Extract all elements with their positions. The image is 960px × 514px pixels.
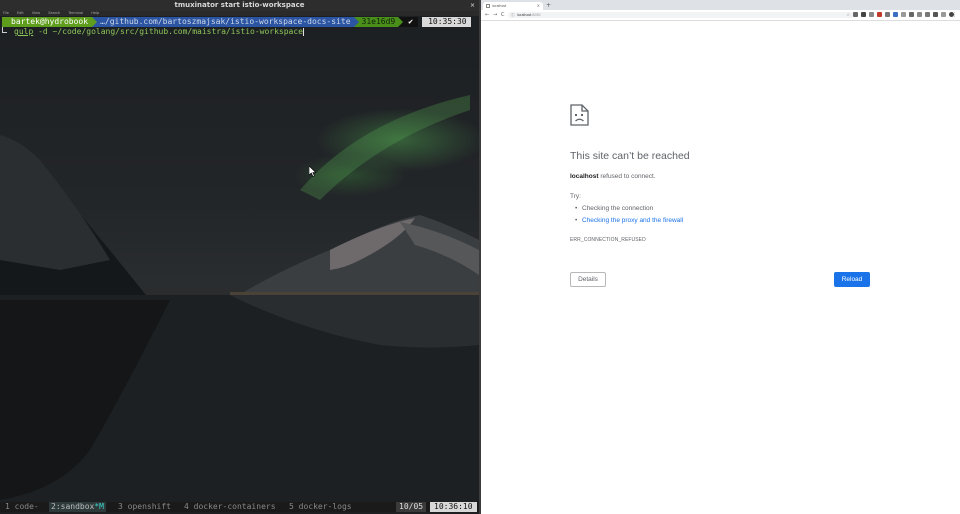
tmux-window-4[interactable]: 4 docker-containers <box>182 502 278 512</box>
terminal-menubar: File Edit View Search Terminal Help <box>0 11 479 16</box>
url-port: :8080 <box>531 13 541 17</box>
error-host: localhost <box>570 173 599 180</box>
extension-icon[interactable] <box>853 12 858 17</box>
window-title-text: tmuxinator start istio-workspace <box>174 1 305 9</box>
tmux-date: 10/05 <box>396 502 427 512</box>
extension-icon[interactable] <box>893 12 898 17</box>
reload-icon[interactable]: C <box>501 10 505 20</box>
terminal-window[interactable]: tmuxinator start istio-workspace × File … <box>0 0 479 514</box>
suggestion-check-proxy-link[interactable]: Checking the proxy and the firewall <box>575 216 683 228</box>
mouse-pointer-icon <box>309 166 317 177</box>
tmux-time: 10:36:10 <box>430 502 477 512</box>
extension-icon[interactable] <box>877 12 882 17</box>
tmux-window-3[interactable]: 3 openshift <box>116 502 173 512</box>
reload-button[interactable]: Reload <box>834 272 870 287</box>
command-line[interactable]: gulp -d ~/code/golang/src/github.com/mai… <box>14 27 304 36</box>
extension-icon[interactable] <box>933 12 938 17</box>
tmux-status-bar: 1 code- 2:sandbox*M 3 openshift 4 docker… <box>0 502 479 512</box>
extension-icon[interactable] <box>901 12 906 17</box>
prompt-status-check-icon: ✔ <box>403 17 419 27</box>
window-title: tmuxinator start istio-workspace × <box>0 0 479 11</box>
prompt-path: …/github.com/bartoszmajsak/istio-workspa… <box>97 17 354 27</box>
error-code: ERR_CONNECTION_REFUSED <box>570 237 646 243</box>
new-tab-icon[interactable]: + <box>546 1 551 10</box>
extension-icon[interactable] <box>885 12 890 17</box>
menu-help[interactable]: Help <box>91 11 99 15</box>
back-arrow-icon[interactable]: ← <box>485 10 489 20</box>
mountain-landscape-wallpaper <box>0 95 479 502</box>
browser-toolbar: ← → C ⓘ localhost:8080 ☆ ⋮ <box>481 10 960 21</box>
close-icon[interactable]: × <box>470 0 475 11</box>
extension-icon[interactable] <box>941 12 946 17</box>
url-host: localhost <box>517 13 532 17</box>
forward-arrow-icon[interactable]: → <box>493 10 497 20</box>
tab-localhost[interactable]: localhost × <box>483 2 543 10</box>
address-bar[interactable]: ⓘ localhost:8080 ☆ <box>508 12 853 18</box>
menu-view[interactable]: View <box>32 11 40 15</box>
try-label: Try: <box>570 193 581 200</box>
tmux-window-1[interactable]: 1 code- <box>3 502 41 512</box>
prompt-time: 10:35:30 <box>422 17 471 27</box>
extension-icons <box>853 12 954 18</box>
page-favicon-icon <box>486 4 490 8</box>
error-description: localhost refused to connect. <box>570 173 656 180</box>
tab-strip: localhost × + <box>481 0 960 10</box>
sad-page-icon <box>570 104 589 126</box>
shell-prompt: bartek@hydrobook …/github.com/bartoszmaj… <box>2 17 471 27</box>
menu-terminal[interactable]: Terminal <box>68 11 83 15</box>
tab-title: localhost <box>492 4 507 8</box>
error-page: This site can’t be reached localhost ref… <box>481 21 960 514</box>
menu-search[interactable]: Search <box>48 11 60 15</box>
tmux-window-2-active[interactable]: 2:sandbox*M <box>49 502 106 512</box>
text-cursor <box>303 27 304 36</box>
command-args: -d ~/code/golang/src/github.com/maistra/… <box>38 27 303 36</box>
details-button[interactable]: Details <box>570 272 606 287</box>
prompt-git-hash: 31e16d9 <box>358 17 399 27</box>
menu-file[interactable]: File <box>3 11 9 15</box>
prompt-user-host: bartek@hydrobook <box>2 17 93 27</box>
bookmark-star-icon[interactable]: ☆ <box>846 12 850 18</box>
address-url: localhost:8080 <box>517 12 541 18</box>
tmux-window-5[interactable]: 5 docker-logs <box>287 502 354 512</box>
tab-close-icon[interactable]: × <box>537 2 540 10</box>
extension-icon[interactable] <box>861 12 866 17</box>
tmux-window-flag: *M <box>94 502 104 511</box>
tmux-window-label: 2:sandbox <box>51 502 95 511</box>
suggestion-list: Checking the connection Checking the pro… <box>575 204 683 228</box>
browser-menu-icon[interactable]: ⋮ <box>952 10 957 20</box>
suggestion-check-connection: Checking the connection <box>575 204 683 216</box>
command-program: gulp <box>14 27 34 36</box>
site-info-icon[interactable]: ⓘ <box>511 12 515 18</box>
error-message: refused to connect. <box>600 173 656 180</box>
extension-icon[interactable] <box>917 12 922 17</box>
error-title: This site can’t be reached <box>570 150 690 162</box>
extension-icon[interactable] <box>909 12 914 17</box>
extension-icon[interactable] <box>925 12 930 17</box>
menu-edit[interactable]: Edit <box>17 11 24 15</box>
browser-window: localhost × + ← → C ⓘ localhost:8080 ☆ ⋮… <box>481 0 960 514</box>
extension-icon[interactable] <box>869 12 874 17</box>
